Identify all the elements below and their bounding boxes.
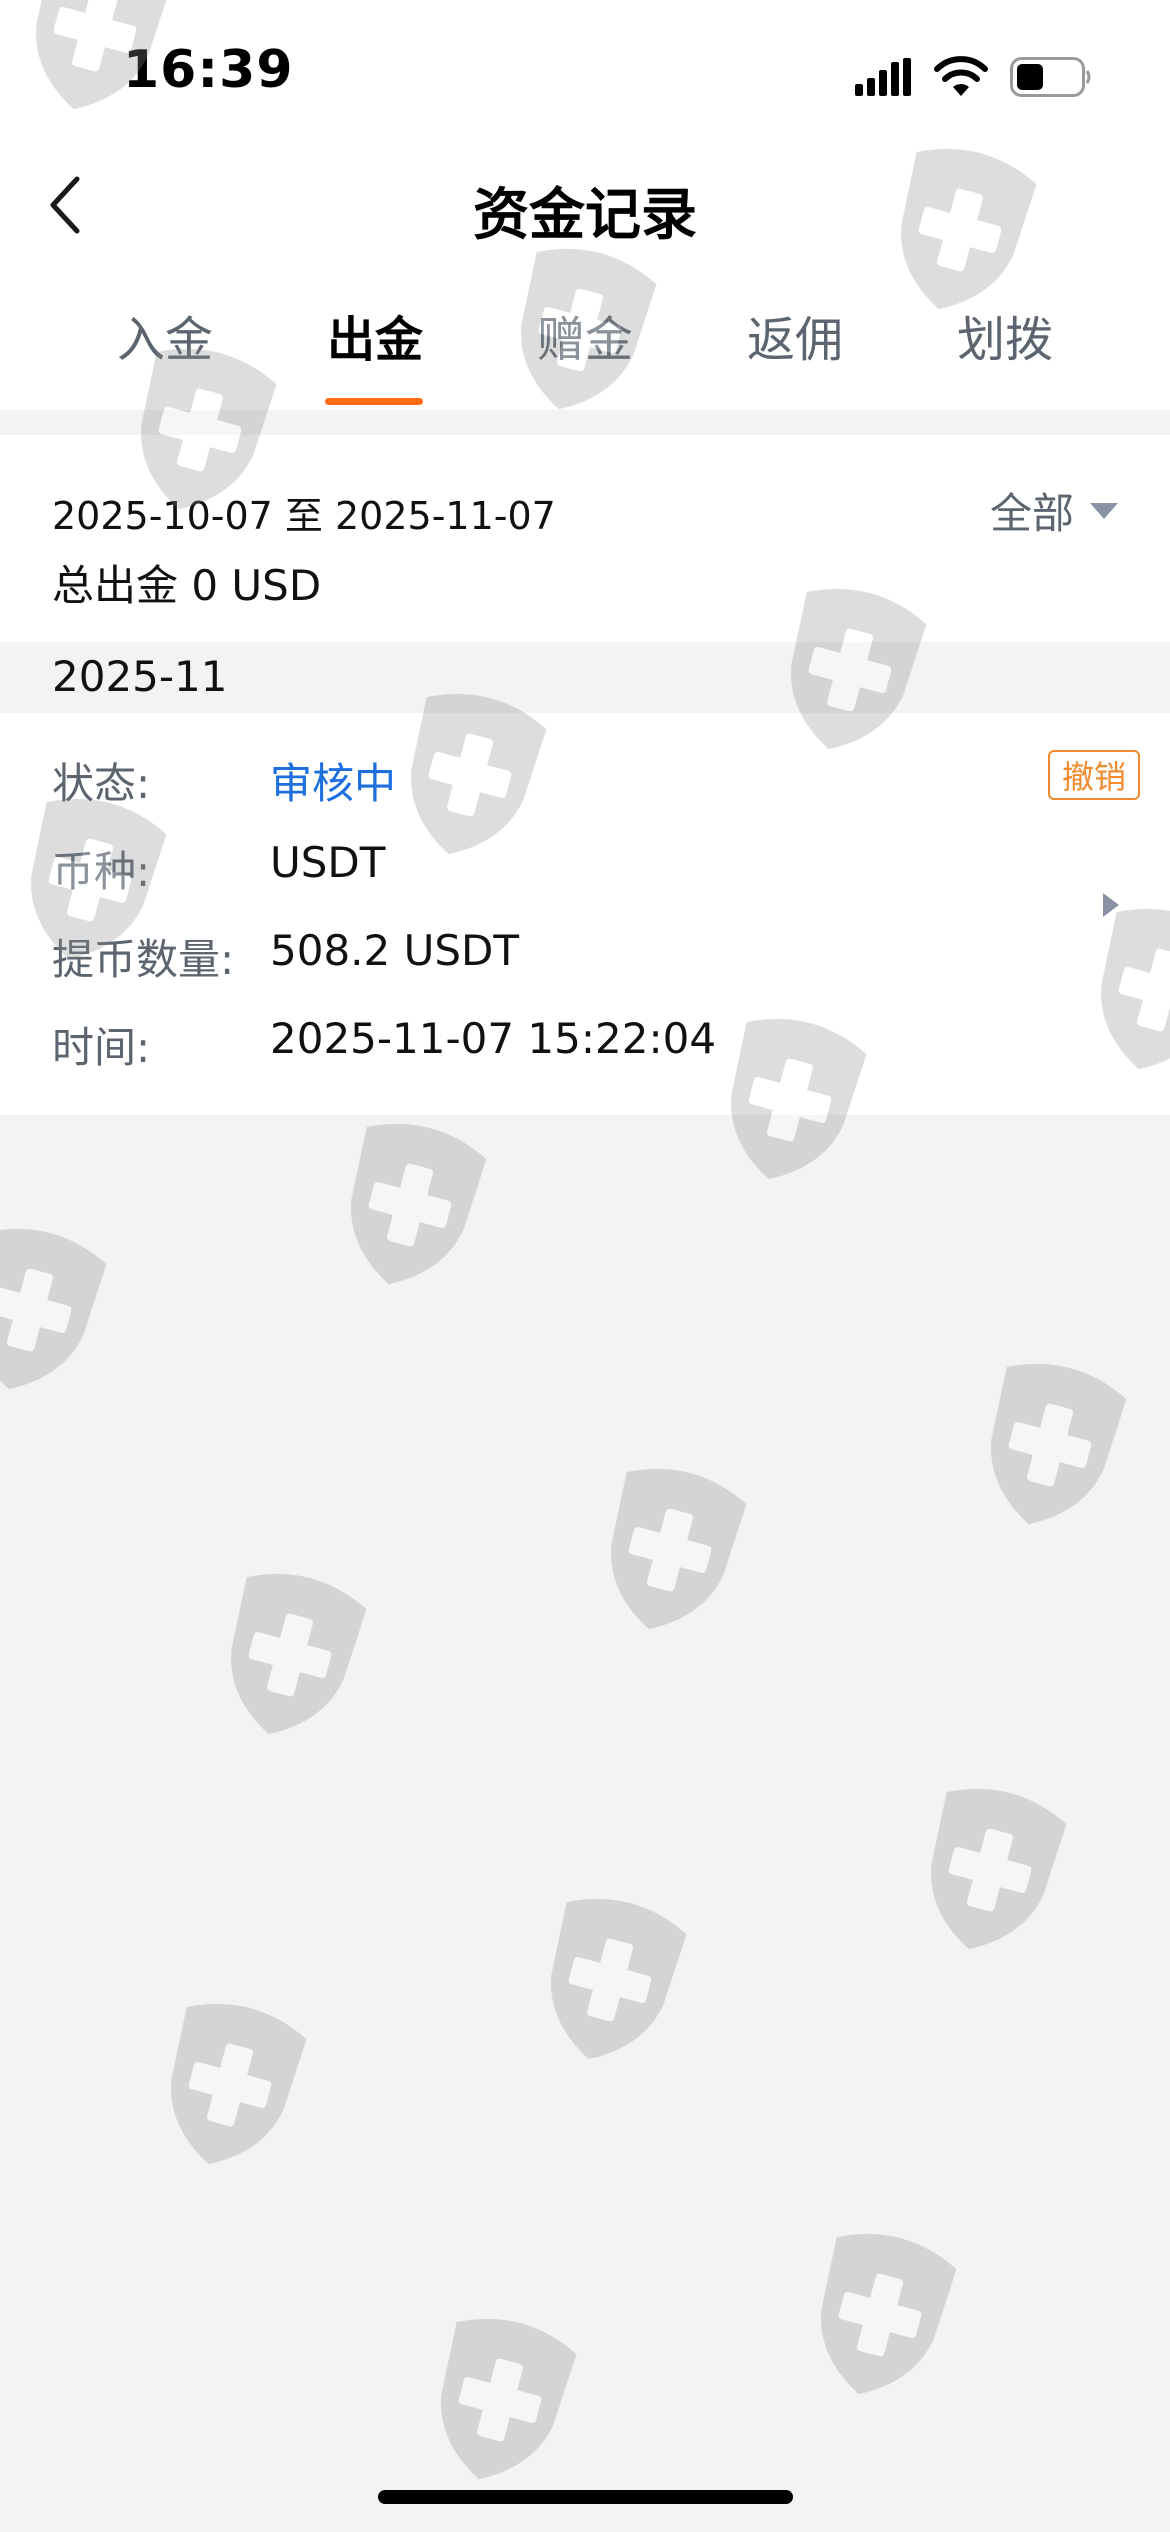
amount-label: 提币数量: (52, 935, 235, 984)
shield-watermark-icon (418, 2307, 581, 2496)
status-label: 状态: (52, 759, 151, 808)
tab-withdraw[interactable]: 出金 (270, 300, 480, 370)
amount-value: 508.2 USDT (270, 926, 519, 975)
status-filter-dropdown[interactable]: 全部 (990, 480, 1119, 541)
caret-down-icon (1090, 502, 1119, 519)
active-tab-indicator (325, 398, 423, 405)
shield-watermark-icon (208, 1562, 371, 1751)
tab-transfer[interactable]: 划拨 (900, 300, 1110, 370)
tab-deposit[interactable]: 入金 (60, 300, 270, 370)
shield-watermark-icon (148, 1992, 311, 2181)
status-value: 审核中 (270, 759, 397, 808)
shield-watermark-icon (798, 2222, 961, 2411)
currency-value: USDT (270, 838, 386, 887)
shield-watermark-icon (328, 1112, 491, 1301)
signal-icon (855, 58, 911, 96)
home-indicator (378, 2490, 793, 2504)
shield-watermark-icon (588, 1457, 751, 1646)
currency-label: 币种: (52, 847, 151, 896)
time-value: 2025-11-07 15:22:04 (270, 1014, 717, 1063)
time-label: 时间: (52, 1023, 151, 1072)
month-header: 2025-11 (52, 652, 228, 701)
tab-rebate[interactable]: 返佣 (690, 300, 900, 370)
battery-icon (1010, 57, 1091, 97)
tab-bonus[interactable]: 赠金 (480, 300, 690, 370)
cancel-button[interactable]: 撤销 (1048, 750, 1140, 800)
date-range-filter[interactable]: 2025-10-07 至 2025-11-07 (52, 485, 556, 540)
shield-watermark-icon (968, 1352, 1131, 1541)
shield-watermark-icon (908, 1777, 1071, 1966)
wifi-icon (934, 56, 988, 96)
caret-right-icon (1103, 893, 1119, 917)
shield-watermark-icon (0, 1217, 111, 1406)
total-withdraw-summary: 总出金 0 USD (52, 561, 322, 610)
status-time: 16:39 (123, 40, 294, 100)
shield-watermark-icon (528, 1887, 691, 2076)
page-title: 资金记录 (473, 183, 697, 248)
status-filter-label: 全部 (990, 489, 1075, 538)
